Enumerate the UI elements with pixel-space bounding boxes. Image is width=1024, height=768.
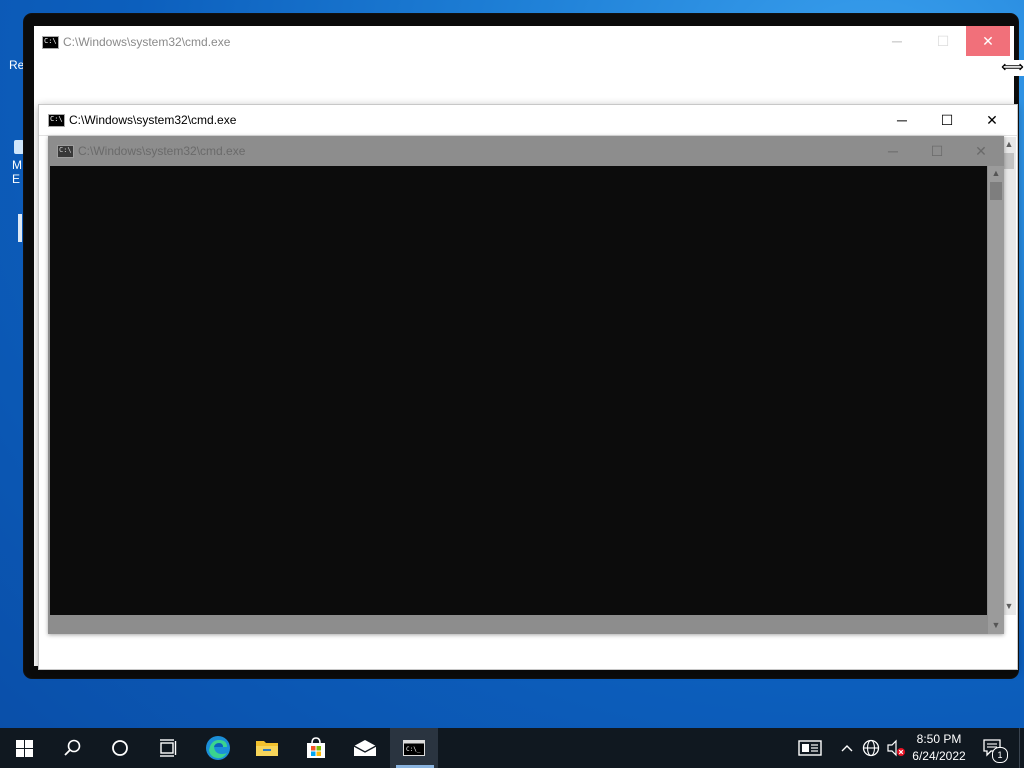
scroll-down-arrow[interactable]: ▼ bbox=[1002, 601, 1016, 611]
globe-icon bbox=[862, 739, 880, 757]
taskbar: C:\_ 8:50 PM 6/24/2022 1 bbox=[0, 728, 1024, 768]
minimize-button: ─ bbox=[888, 143, 898, 159]
search-icon bbox=[64, 739, 81, 756]
store-button[interactable] bbox=[292, 728, 340, 768]
maximize-button[interactable]: ☐ bbox=[924, 105, 970, 135]
start-button[interactable] bbox=[0, 728, 48, 768]
preview-window-title: C:\Windows\system32\cmd.exe bbox=[78, 144, 246, 158]
show-hidden-icons-button[interactable] bbox=[836, 728, 858, 768]
volume-muted-icon bbox=[887, 739, 905, 757]
edge-button[interactable] bbox=[194, 728, 242, 768]
volume-button[interactable] bbox=[884, 728, 908, 768]
maximize-button: ☐ bbox=[930, 143, 944, 159]
cmd-button[interactable]: C:\_ bbox=[390, 728, 438, 768]
resize-cursor-icon: ⟺ bbox=[1001, 59, 1024, 76]
search-button[interactable] bbox=[48, 728, 96, 768]
scrollbar bbox=[988, 166, 1004, 634]
minimize-button[interactable]: ─ bbox=[879, 105, 925, 135]
scroll-up-arrow[interactable]: ▲ bbox=[1002, 139, 1016, 149]
chevron-up-icon bbox=[841, 745, 853, 752]
window-title: C:\Windows\system32\cmd.exe bbox=[69, 113, 237, 127]
notification-badge: 1 bbox=[992, 747, 1008, 763]
mail-icon bbox=[353, 740, 377, 756]
circle-icon bbox=[112, 740, 128, 756]
clock-time[interactable]: 8:50 PM bbox=[910, 732, 968, 746]
cmd-icon bbox=[48, 114, 65, 127]
desktop-icon[interactable] bbox=[18, 214, 22, 242]
news-icon bbox=[798, 740, 822, 756]
edge-icon bbox=[206, 736, 230, 760]
cortana-button[interactable] bbox=[96, 728, 144, 768]
scroll-down-arrow: ▼ bbox=[991, 620, 1001, 630]
cmd-icon bbox=[42, 36, 59, 49]
folder-icon bbox=[256, 741, 278, 756]
clock-date[interactable]: 6/24/2022 bbox=[910, 749, 968, 763]
show-desktop-button[interactable] bbox=[1019, 728, 1024, 768]
scrollbar-thumb[interactable] bbox=[1003, 153, 1014, 169]
news-button[interactable] bbox=[788, 728, 832, 768]
svg-text:C:\_: C:\_ bbox=[406, 746, 421, 753]
desktop-icon-label-edge[interactable]: M bbox=[12, 158, 22, 172]
task-view-icon bbox=[160, 739, 177, 757]
minimize-button[interactable]: ─ bbox=[874, 26, 920, 56]
console-output-area[interactable] bbox=[50, 166, 987, 615]
windows-logo-icon bbox=[15, 739, 33, 757]
close-button: ✕ bbox=[975, 143, 987, 159]
cmd-icon bbox=[57, 145, 74, 158]
close-button[interactable]: ✕ bbox=[969, 105, 1015, 135]
cmd-icon: C:\_ bbox=[403, 740, 425, 756]
scrollbar-thumb bbox=[990, 182, 1002, 200]
store-icon bbox=[307, 737, 325, 758]
maximize-button[interactable]: ☐ bbox=[920, 26, 966, 56]
desktop-icon[interactable] bbox=[14, 140, 24, 154]
network-button[interactable] bbox=[860, 728, 882, 768]
mail-button[interactable] bbox=[341, 728, 389, 768]
desktop-icon-label-recycle[interactable]: Re bbox=[9, 58, 24, 72]
file-explorer-button[interactable] bbox=[243, 728, 291, 768]
desktop-icon-label-edge-2[interactable]: E bbox=[12, 172, 20, 186]
background-window-title: C:\Windows\system32\cmd.exe bbox=[63, 35, 231, 49]
scroll-up-arrow: ▲ bbox=[991, 168, 1001, 178]
task-view-button[interactable] bbox=[144, 728, 192, 768]
close-button[interactable]: ✕ bbox=[966, 26, 1010, 56]
